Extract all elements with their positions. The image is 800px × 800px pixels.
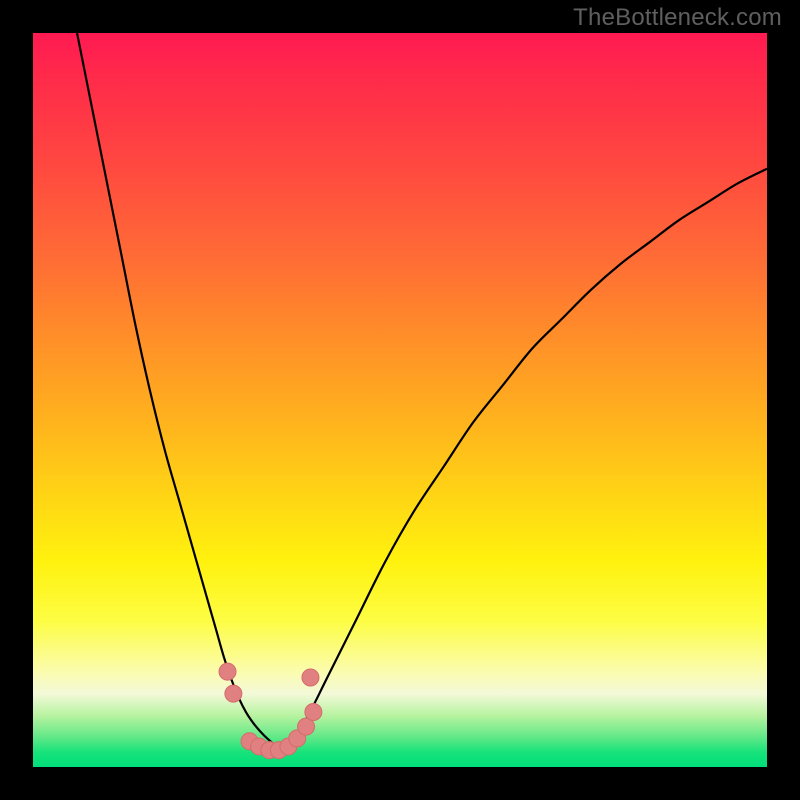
chart-svg — [33, 33, 767, 767]
chart-frame: TheBottleneck.com — [0, 0, 800, 800]
right-curve — [283, 169, 767, 749]
data-markers — [219, 663, 322, 759]
data-marker — [219, 663, 236, 680]
watermark-text: TheBottleneck.com — [573, 4, 782, 32]
data-marker — [302, 669, 319, 686]
chart-plot-area — [33, 33, 767, 767]
data-marker — [305, 703, 322, 720]
data-marker — [225, 685, 242, 702]
left-curve — [77, 33, 283, 749]
